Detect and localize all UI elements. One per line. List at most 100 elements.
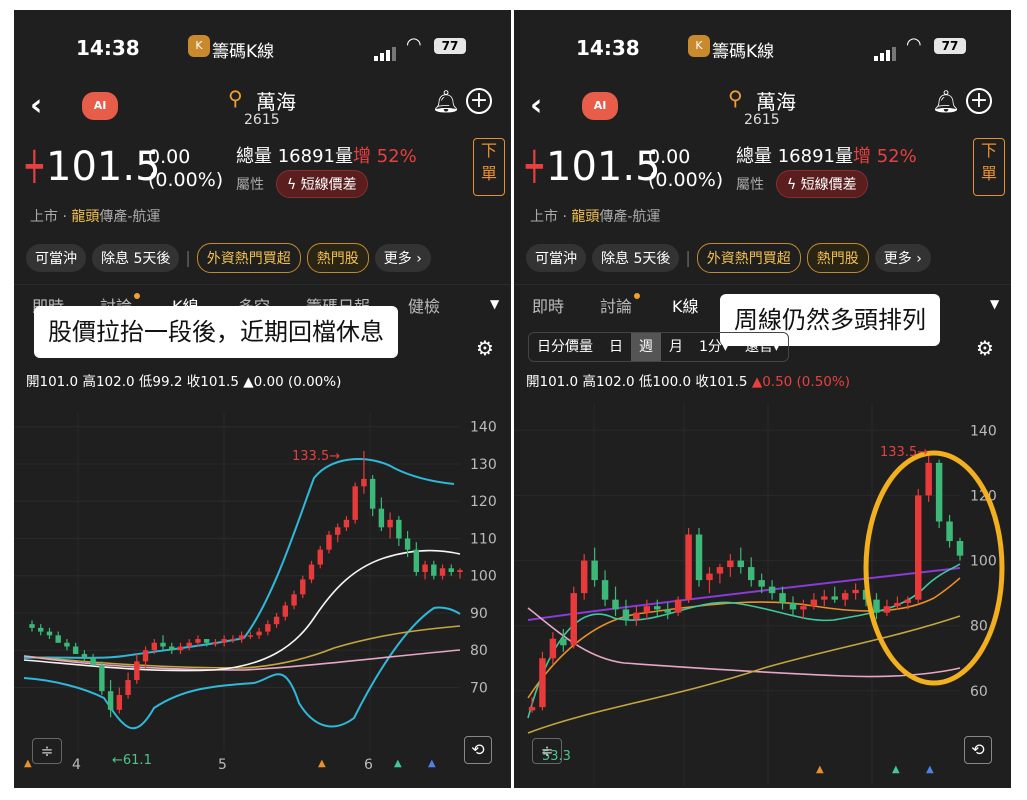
tab-discussion[interactable]: 討論 — [600, 293, 641, 317]
candle-body — [387, 519, 393, 528]
order-button[interactable]: 下單 — [973, 138, 1005, 196]
zoom-handle-icon[interactable]: ≑ — [32, 738, 62, 764]
app-logo-icon: K — [688, 35, 710, 57]
ohlc-open: 開101.0 — [26, 374, 79, 390]
ai-robot-icon[interactable]: AI — [82, 92, 118, 120]
ohlc-change: ▲0.50 (0.50%) — [751, 374, 850, 390]
attribute-badge-text: 短線價差 — [300, 177, 357, 193]
chip-ex-dividend[interactable]: 除息 5天後 — [592, 244, 680, 272]
tab-kline[interactable]: K線 — [672, 293, 699, 317]
candle-body — [186, 642, 192, 647]
candle-body — [685, 534, 692, 600]
zoom-handle-icon[interactable]: ≑ — [532, 738, 562, 764]
chip-day-trade[interactable]: 可當沖 — [526, 244, 586, 272]
ma-orange-line — [527, 577, 961, 699]
attribute-badge[interactable]: ϟ 短線價差 — [276, 170, 368, 198]
candle-body — [831, 596, 838, 600]
settings-gear-icon[interactable]: ⚙ — [976, 336, 994, 360]
bollinger-upper-band — [23, 458, 455, 659]
ohlc-change: ▲0.00 (0.00%) — [243, 374, 342, 390]
chip-separator: | — [185, 248, 191, 267]
candle-body — [151, 642, 157, 651]
candlestick-chart-daily[interactable]: 140 130 120 110 100 90 80 70 4 5 6 133.5→ ←61.1 ▲… — [14, 398, 511, 788]
candle-body — [883, 606, 891, 613]
marker-triangle: ▲ — [318, 758, 326, 769]
volume-increase-label: 增 — [353, 146, 371, 167]
ohlc-readout: 開101.0 高102.0 低100.0 收101.5 ▲0.50 (0.50%… — [526, 370, 850, 390]
chip-hot-stock[interactable]: 熱門股 — [806, 243, 869, 273]
chip-hot-stock[interactable]: 熱門股 — [306, 243, 369, 273]
candle-body — [265, 624, 271, 632]
settings-gear-icon[interactable]: ⚙ — [476, 336, 494, 360]
ohlc-open: 開101.0 — [526, 374, 579, 390]
candle-body — [956, 541, 964, 556]
add-icon[interactable]: + — [466, 88, 492, 114]
y-tick-label: 130 — [470, 457, 497, 473]
candle-body — [282, 605, 289, 617]
volume-value: 16891 — [777, 146, 835, 167]
ohlc-low: 低99.2 — [138, 374, 183, 390]
total-volume: 總量 16891量增 52% — [736, 142, 917, 168]
period-month[interactable]: 月 — [661, 333, 691, 361]
tag-chips: 可當沖 除息 5天後 | 外資熱門買超 熱門股 更多 › — [26, 243, 437, 273]
candle-body — [55, 635, 61, 643]
chip-ex-dividend[interactable]: 除息 5天後 — [92, 244, 180, 272]
tabs-dropdown-icon[interactable]: ▼ — [490, 297, 499, 311]
signal-icon — [874, 42, 898, 61]
high-price-label: 133.5→ — [292, 449, 340, 464]
rotate-screen-icon[interactable]: ⟲ — [964, 736, 992, 764]
candle-body — [768, 586, 776, 594]
stock-name[interactable]: 萬海 — [756, 86, 796, 115]
candle-body — [664, 609, 671, 613]
period-tick-volume[interactable]: 日分價量 — [529, 333, 601, 361]
order-button[interactable]: 下單 — [473, 138, 505, 196]
period-week[interactable]: 週 — [631, 333, 661, 361]
chip-more[interactable]: 更多 › — [374, 244, 431, 272]
wifi-icon: ◠ — [406, 34, 422, 55]
candlestick-chart-weekly[interactable]: 1401201008060 71020254 133.5→ 53.3 ▲ ▲ ▲ — [514, 398, 1011, 788]
tab-health-check[interactable]: 健檢 — [408, 293, 440, 317]
tabs-dropdown-icon[interactable]: ▼ — [990, 297, 999, 311]
chip-day-trade[interactable]: 可當沖 — [26, 244, 86, 272]
candle-body — [107, 691, 114, 710]
attribute-badge[interactable]: ϟ 短線價差 — [776, 170, 868, 198]
stock-name[interactable]: 萬海 — [256, 86, 296, 115]
add-icon[interactable]: + — [966, 88, 992, 114]
ai-robot-icon[interactable]: AI — [582, 92, 618, 120]
candle-body — [335, 527, 341, 535]
period-day[interactable]: 日 — [601, 333, 631, 361]
back-button[interactable]: ‹ — [30, 88, 42, 123]
bell-icon[interactable]: 🔔︎ — [432, 90, 460, 115]
ohlc-high: 高102.0 — [582, 374, 635, 390]
period-restore-dropdown[interactable]: 還官▾ — [737, 333, 788, 361]
app-title: K 籌碼K線 — [188, 35, 274, 62]
chip-more[interactable]: 更多 › — [874, 244, 931, 272]
candle-body — [203, 639, 210, 643]
marker-triangle: ▲ — [428, 758, 436, 769]
back-button[interactable]: ‹ — [530, 88, 542, 123]
candle-body — [612, 599, 619, 610]
rotate-screen-icon[interactable]: ⟲ — [464, 736, 492, 764]
search-icon[interactable]: ⚲ — [228, 86, 243, 110]
candle-body — [221, 639, 227, 643]
candle-body — [160, 642, 166, 647]
change-percent: (0.00%) — [148, 169, 224, 191]
period-minute-dropdown[interactable]: 1分▾ — [691, 333, 737, 361]
total-volume: 總量 16891量增 52% — [236, 142, 417, 168]
chip-foreign-buy[interactable]: 外資熱門買超 — [196, 243, 301, 273]
search-icon[interactable]: ⚲ — [728, 86, 743, 110]
notification-dot — [134, 293, 141, 299]
bell-icon[interactable]: 🔔︎ — [932, 90, 960, 115]
notification-dot — [634, 293, 641, 299]
chip-foreign-buy[interactable]: 外資熱門買超 — [696, 243, 801, 273]
candle-body — [29, 624, 35, 628]
marker-triangle: ▲ — [926, 764, 934, 775]
candle-body — [946, 521, 953, 542]
tab-realtime[interactable]: 即時 — [532, 293, 564, 317]
candle-body — [695, 534, 703, 581]
chip-separator: | — [685, 248, 691, 267]
volume-percent: 52% — [876, 146, 917, 167]
ma-pink-line — [23, 649, 461, 671]
leader-label: 龍頭 — [71, 209, 100, 225]
attribute-badge-text: 短線價差 — [800, 177, 857, 193]
